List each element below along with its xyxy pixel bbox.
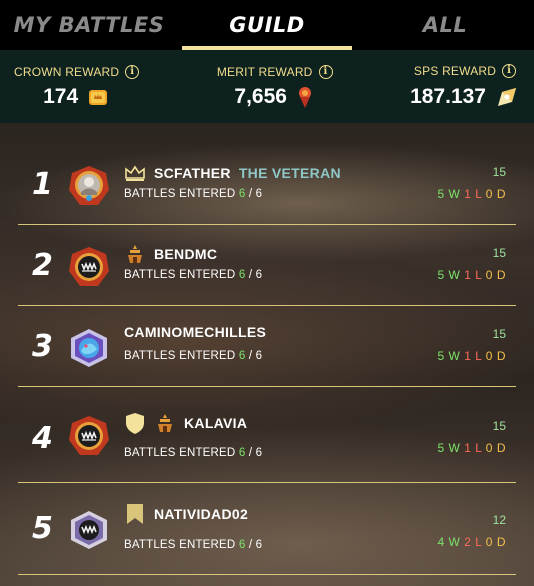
- avatar: [71, 329, 107, 367]
- win-loss-record: 5 W 1 L 0 D: [437, 187, 506, 201]
- tab-my-battles[interactable]: MY BATTLES: [0, 0, 178, 50]
- win-loss-record: 5 W 1 L 0 D: [437, 349, 506, 363]
- battles-entered: BATTLES ENTERED 6 / 6: [124, 350, 263, 362]
- sps-icon: [498, 87, 516, 106]
- crown-chest-icon: [89, 89, 108, 105]
- info-icon[interactable]: i: [318, 64, 333, 79]
- battle-tabs: MY BATTLES GUILD ALL: [0, 0, 534, 50]
- avatar: [69, 247, 109, 286]
- battles-entered: BATTLES ENTERED 6 / 6: [124, 539, 263, 551]
- player-title: THE VETERAN: [238, 165, 341, 181]
- player-name[interactable]: SCFATHER: [154, 165, 231, 181]
- sps-reward-value: 187.137: [410, 84, 486, 108]
- battles-entered: BATTLES ENTERED 6 / 6: [124, 447, 263, 459]
- win-loss-record: 5 W 1 L 0 D: [437, 441, 506, 455]
- rank-number: 1: [32, 167, 53, 202]
- win-loss-record: 5 W 1 L 0 D: [437, 268, 506, 282]
- merit-reward: MERIT REWARD i 7,656: [217, 50, 333, 123]
- merit-icon: [298, 86, 311, 108]
- list-item[interactable]: 2 BENDMC BATTLES ENTERED 6 / 6 15 5 W 1 …: [18, 226, 516, 306]
- player-name[interactable]: BENDMC: [154, 246, 217, 262]
- info-icon[interactable]: i: [502, 63, 517, 78]
- battles-entered: BATTLES ENTERED 6 / 6: [124, 269, 263, 281]
- player-name[interactable]: KALAVIA: [184, 415, 247, 431]
- guild-rank-icon: [128, 245, 142, 263]
- tab-guild[interactable]: GUILD: [178, 0, 356, 50]
- rank-number: 4: [32, 421, 53, 456]
- avatar: [69, 416, 109, 455]
- shield-icon: [126, 413, 144, 434]
- list-item[interactable]: 4 KALAVIA BATTLES ENTERED 6 / 6 15 5 W 1…: [18, 395, 516, 483]
- player-name[interactable]: CAMINOMECHILLES: [124, 324, 266, 340]
- score: 15: [492, 165, 506, 179]
- sps-reward-label: SPS REWARD: [413, 63, 497, 78]
- merit-reward-value: 7,656: [234, 84, 287, 108]
- avatar: [71, 511, 107, 549]
- sps-reward: SPS REWARD i 187.137: [410, 50, 520, 123]
- rank-number: 5: [32, 511, 53, 546]
- info-icon[interactable]: i: [125, 64, 140, 79]
- score: 15: [492, 246, 506, 260]
- score: 15: [492, 327, 506, 341]
- list-item[interactable]: 5 NATIVIDAD02 BATTLES ENTERED 6 / 6 12 4…: [18, 483, 516, 575]
- bookmark-icon: [127, 504, 143, 524]
- win-loss-record: 4 W 2 L 0 D: [437, 535, 506, 549]
- guild-rank-icon: [158, 414, 172, 432]
- rank-number: 2: [32, 248, 53, 283]
- avatar: [69, 166, 109, 205]
- score: 12: [492, 513, 506, 527]
- crown-icon: [125, 165, 145, 181]
- crown-reward: CROWN REWARD i 174: [14, 50, 140, 123]
- list-item[interactable]: 3 CAMINOMECHILLES BATTLES ENTERED 6 / 6 …: [18, 307, 516, 387]
- player-name[interactable]: NATIVIDAD02: [154, 506, 248, 522]
- battles-entered: BATTLES ENTERED 6 / 6: [124, 188, 263, 200]
- reward-bar: CROWN REWARD i 174 MERIT REWARD i 7,656: [0, 50, 534, 123]
- rank-number: 3: [32, 329, 53, 364]
- crown-reward-label: CROWN REWARD: [14, 64, 120, 79]
- list-item[interactable]: 1 SCFATHER THE VETERAN BATTLES ENTERED 6…: [18, 145, 516, 225]
- merit-reward-label: MERIT REWARD: [216, 64, 313, 79]
- guild-leaderboard: 1 SCFATHER THE VETERAN BATTLES ENTERED 6…: [0, 123, 534, 586]
- crown-reward-value: 174: [43, 84, 79, 108]
- score: 15: [492, 419, 506, 433]
- tab-all[interactable]: ALL: [356, 0, 534, 50]
